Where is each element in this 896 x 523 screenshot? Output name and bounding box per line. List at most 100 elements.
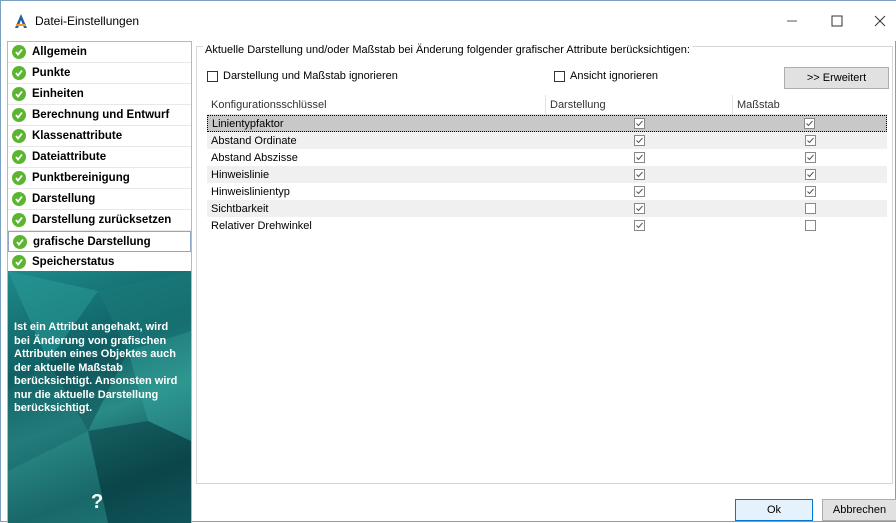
massstab-cell (733, 186, 887, 197)
massstab-cell (733, 152, 887, 163)
table-row[interactable]: Abstand Ordinate (207, 132, 887, 149)
table-row[interactable]: Relativer Drehwinkel (207, 217, 887, 234)
check-circle-icon (12, 45, 26, 59)
ignore-ansicht-checkbox[interactable] (554, 70, 565, 82)
table-row[interactable]: Sichtbarkeit (207, 200, 887, 217)
check-circle-icon (12, 255, 26, 269)
darstellung-cell (546, 186, 733, 197)
darstellung-checkbox[interactable] (633, 118, 645, 129)
check-circle-icon (12, 213, 26, 227)
row-key: Sichtbarkeit (211, 202, 269, 215)
check-circle-icon (12, 192, 26, 206)
sidebar-item-label: grafische Darstellung (33, 235, 151, 248)
grid-header: Konfigurationsschlüssel Darstellung Maßs… (207, 95, 887, 115)
cancel-button[interactable]: Abbrechen (822, 499, 896, 521)
darstellung-checkbox[interactable] (634, 203, 645, 214)
column-header-darstellung[interactable]: Darstellung (546, 95, 733, 114)
darstellung-checkbox[interactable] (634, 186, 645, 197)
sidebar-item[interactable]: Klassenattribute (8, 126, 191, 147)
column-header-key[interactable]: Konfigurationsschlüssel (207, 95, 546, 114)
row-key: Hinweislinie (211, 168, 270, 181)
sidebar-item-label: Berechnung und Entwurf (32, 109, 170, 121)
check-circle-icon (12, 66, 26, 80)
close-button[interactable] (865, 9, 895, 33)
sidebar-item[interactable]: Allgemein (8, 42, 191, 63)
row-key: Abstand Abszisse (211, 151, 298, 164)
check-circle-icon (12, 108, 26, 122)
massstab-cell (732, 118, 886, 129)
table-row[interactable]: Hinweislinientyp (207, 183, 887, 200)
sidebar-item[interactable]: Punkte (8, 63, 191, 84)
massstab-cell (733, 135, 887, 146)
sidebar-item[interactable]: Punktbereinigung (8, 168, 191, 189)
check-circle-icon (12, 150, 26, 164)
massstab-cell (733, 220, 887, 231)
darstellung-checkbox[interactable] (634, 220, 645, 231)
attribute-grid: Konfigurationsschlüssel Darstellung Maßs… (207, 95, 887, 234)
massstab-checkbox[interactable] (803, 118, 815, 129)
info-panel: Ist ein Attribut angehakt, wird bei Ände… (8, 271, 191, 523)
title-bar: Datei-Einstellungen (1, 1, 896, 41)
table-row[interactable]: Linientypfaktor (207, 115, 887, 132)
sidebar-item-label: Einheiten (32, 88, 84, 100)
grid-body: Linientypfaktor Abstand Ordinate Abstand A… (207, 115, 887, 234)
a-logo-icon (13, 13, 29, 29)
sidebar-item-label: Allgemein (32, 46, 87, 58)
ignore-ansicht-option[interactable]: Ansicht ignorieren (554, 70, 658, 82)
minimize-button[interactable] (777, 9, 807, 33)
ignore-darstellung-massstab-checkbox[interactable] (207, 70, 218, 82)
darstellung-checkbox[interactable] (634, 135, 645, 146)
darstellung-cell (546, 220, 733, 231)
sidebar-item[interactable]: Speicherstatus (8, 252, 191, 273)
sidebar-item[interactable]: grafische Darstellung (8, 231, 191, 252)
darstellung-cell (546, 135, 733, 146)
ok-button[interactable]: Ok (735, 499, 813, 521)
check-circle-icon (12, 87, 26, 101)
sidebar: Allgemein Punkte Einheiten Berechnung und E… (7, 41, 192, 523)
sidebar-item[interactable]: Darstellung (8, 189, 191, 210)
sidebar-item[interactable]: Einheiten (8, 84, 191, 105)
sidebar-item[interactable]: Darstellung zurücksetzen (8, 210, 191, 231)
maximize-button[interactable] (822, 9, 852, 33)
ignore-darstellung-massstab-label: Darstellung und Maßstab ignorieren (223, 70, 398, 82)
massstab-checkbox[interactable] (804, 220, 816, 231)
row-key: Abstand Ordinate (211, 134, 297, 147)
darstellung-checkbox[interactable] (634, 152, 645, 163)
darstellung-checkbox[interactable] (634, 169, 645, 180)
massstab-checkbox[interactable] (804, 152, 816, 163)
maximize-icon (831, 15, 843, 27)
close-icon (874, 15, 886, 27)
massstab-checkbox[interactable] (804, 186, 816, 197)
sidebar-nav: Allgemein Punkte Einheiten Berechnung und E… (8, 42, 191, 273)
massstab-cell (733, 169, 887, 180)
darstellung-cell (546, 203, 733, 214)
sidebar-item-label: Speicherstatus (32, 256, 115, 268)
window-title: Datei-Einstellungen (35, 14, 140, 28)
column-header-massstab[interactable]: Maßstab (733, 95, 887, 114)
sidebar-item[interactable]: Dateiattribute (8, 147, 191, 168)
table-row[interactable]: Hinweislinie (207, 166, 887, 183)
row-key: Relativer Drehwinkel (211, 219, 312, 232)
sidebar-item-label: Klassenattribute (32, 130, 123, 142)
sidebar-item-label: Punktbereinigung (32, 172, 130, 184)
help-icon[interactable]: ? (91, 491, 103, 514)
table-row[interactable]: Abstand Abszisse (207, 149, 887, 166)
row-key: Linientypfaktor (212, 117, 284, 130)
sidebar-item-label: Dateiattribute (32, 151, 107, 163)
erweitert-button[interactable]: >> Erweitert (784, 67, 889, 89)
darstellung-cell (546, 118, 732, 129)
ignore-darstellung-massstab-option[interactable]: Darstellung und Maßstab ignorieren (207, 70, 398, 82)
massstab-checkbox[interactable] (804, 169, 816, 180)
massstab-checkbox[interactable] (804, 135, 816, 146)
sidebar-item[interactable]: Berechnung und Entwurf (8, 105, 191, 126)
row-key: Hinweislinientyp (211, 185, 290, 198)
check-circle-icon (12, 129, 26, 143)
massstab-checkbox[interactable] (804, 203, 816, 214)
massstab-cell (733, 203, 887, 214)
check-circle-icon (12, 171, 26, 185)
info-text: Ist ein Attribut angehakt, wird bei Ände… (14, 321, 178, 414)
ignore-ansicht-label: Ansicht ignorieren (570, 70, 659, 82)
darstellung-cell (546, 169, 733, 180)
sidebar-item-label: Darstellung zurücksetzen (32, 214, 172, 226)
group-title: Aktuelle Darstellung und/oder Maßstab be… (203, 44, 692, 56)
